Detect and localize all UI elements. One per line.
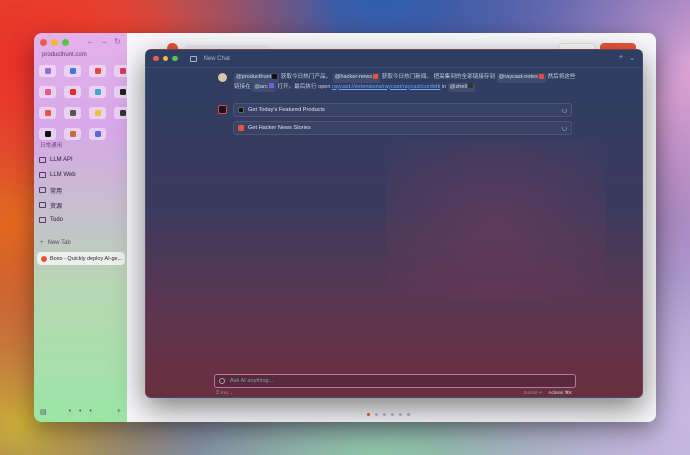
carousel-dot[interactable] bbox=[375, 413, 378, 416]
chat-input-box[interactable] bbox=[214, 374, 576, 388]
folder-llm-api[interactable]: LLM API bbox=[39, 154, 123, 166]
user-avatar bbox=[218, 73, 227, 82]
chat-window-controls bbox=[153, 55, 178, 62]
tool-call-hacker-news[interactable]: Get Hacker News Stories bbox=[233, 121, 572, 135]
sidebar-bottom-bar: ▤ • • • + bbox=[40, 408, 121, 416]
carousel-dot[interactable] bbox=[407, 413, 410, 416]
app-icon-teal bbox=[94, 89, 101, 95]
mention-arc[interactable]: @arc bbox=[252, 82, 276, 92]
app-icon-red bbox=[94, 68, 101, 74]
actions-button[interactable]: Actions ⌘K bbox=[548, 390, 572, 397]
hacker-news-tool-icon bbox=[238, 125, 244, 131]
new-tab-button[interactable]: + New Tab bbox=[40, 240, 71, 246]
add-space-icon[interactable]: + bbox=[117, 408, 121, 416]
minimize-button[interactable] bbox=[51, 39, 58, 46]
active-tab[interactable]: Boxo - Quickly deploy AI-ge... bbox=[37, 252, 125, 265]
mention-hacker-news[interactable]: @hacker-news bbox=[332, 73, 381, 83]
favorite-tile[interactable] bbox=[64, 86, 81, 98]
carousel-dot[interactable] bbox=[383, 413, 386, 416]
favorite-tile[interactable] bbox=[39, 86, 56, 98]
chat-close-button[interactable] bbox=[153, 55, 159, 62]
producthunt-favicon-icon bbox=[41, 255, 47, 262]
favorite-tile[interactable] bbox=[89, 65, 106, 77]
carousel-dot[interactable] bbox=[399, 413, 402, 416]
favorite-tile[interactable] bbox=[39, 65, 56, 77]
favorite-tile[interactable] bbox=[64, 128, 81, 140]
window-controls bbox=[40, 39, 69, 46]
favorite-tile[interactable] bbox=[89, 86, 106, 98]
chevron-down-icon[interactable]: ⌄ bbox=[629, 54, 635, 62]
play-icon bbox=[69, 110, 76, 116]
chat-title-actions: + ⌄ bbox=[619, 54, 635, 62]
producthunt-tool-icon bbox=[238, 107, 244, 113]
favorite-tile[interactable] bbox=[64, 65, 81, 77]
app-icon-dark bbox=[119, 110, 126, 116]
mention-shell[interactable]: @shell bbox=[447, 82, 475, 92]
app-icon-pink bbox=[44, 89, 51, 95]
confetti-link[interactable]: raycast://extensions/raycast/raycast/con… bbox=[332, 84, 440, 90]
chat-input[interactable] bbox=[230, 378, 530, 384]
app-icon-red2 bbox=[119, 68, 126, 74]
chat-zoom-button[interactable] bbox=[172, 55, 178, 62]
loading-spinner-icon bbox=[562, 126, 567, 131]
mention-producthunt[interactable]: @producthunt bbox=[234, 73, 280, 83]
favorite-tile[interactable] bbox=[89, 128, 106, 140]
chat-titlebar: New Chat + ⌄ bbox=[146, 50, 642, 68]
ai-chat-window: New Chat + ⌄ @producthunt 获取今日热门产品， @hac… bbox=[145, 49, 643, 398]
back-arrow-icon[interactable]: ← bbox=[86, 37, 94, 46]
loading-spinner-icon bbox=[562, 108, 567, 113]
youtube-icon bbox=[69, 89, 76, 95]
favorite-tile[interactable] bbox=[39, 128, 56, 140]
tiktok-icon bbox=[44, 131, 51, 137]
folder-icon bbox=[39, 202, 46, 208]
favorite-tile[interactable] bbox=[89, 107, 106, 119]
reload-icon[interactable]: ↻ bbox=[114, 37, 121, 46]
favorites-grid bbox=[39, 65, 131, 140]
sidebar-toggle-icon[interactable] bbox=[189, 55, 197, 62]
folder-icon bbox=[39, 172, 46, 178]
attach-icon[interactable] bbox=[219, 378, 225, 384]
library-icon[interactable]: ▤ bbox=[40, 408, 47, 416]
folder-icon bbox=[39, 157, 46, 163]
page-carousel-dots bbox=[367, 413, 410, 416]
app-icon-blue bbox=[69, 68, 76, 74]
folder-todo[interactable]: Todo bbox=[39, 214, 123, 226]
tool-call-featured-products[interactable]: Get Today's Featured Products bbox=[233, 103, 572, 117]
favorite-tile[interactable] bbox=[64, 107, 81, 119]
carousel-dot[interactable] bbox=[391, 413, 394, 416]
forward-arrow-icon[interactable]: → bbox=[100, 37, 108, 46]
app-icon-purple bbox=[44, 68, 51, 74]
user-message: @producthunt 获取今日热门产品， @hacker-news 获取今日… bbox=[234, 73, 579, 92]
chat-minimize-button[interactable] bbox=[162, 55, 168, 62]
space-label: 日常通用 bbox=[40, 143, 63, 149]
carousel-dot[interactable] bbox=[367, 413, 370, 416]
app-icon-orange bbox=[44, 110, 51, 116]
url-bar[interactable]: producthunt.com bbox=[39, 49, 122, 61]
app-icon-multi bbox=[69, 131, 76, 137]
submit-button[interactable]: Submit ↵ bbox=[523, 390, 542, 397]
browser-sidebar: ← → ↻ producthunt.com 日常通用 LLM API LLM W… bbox=[34, 33, 131, 422]
space-switcher[interactable]: • • • bbox=[69, 408, 95, 416]
new-chat-icon[interactable]: + bbox=[619, 54, 623, 62]
folder-icon bbox=[39, 217, 46, 223]
close-button[interactable] bbox=[40, 39, 47, 46]
favorite-tile[interactable] bbox=[39, 107, 56, 119]
folder-llm-web[interactable]: LLM Web bbox=[39, 169, 123, 181]
folder-common[interactable]: 常用 bbox=[39, 184, 123, 196]
plus-icon: + bbox=[40, 240, 44, 246]
mention-raycast-notes[interactable]: @raycast-notes bbox=[496, 73, 546, 83]
key-selector[interactable]: ⚿ Key ⌄ bbox=[216, 390, 233, 397]
chat-footer: ⚿ Key ⌄ Submit ↵ Actions ⌘K bbox=[216, 390, 572, 397]
raycast-ai-icon bbox=[218, 105, 227, 114]
chat-title: New Chat bbox=[203, 55, 230, 62]
app-icon-yellow bbox=[94, 110, 101, 116]
folder-resources[interactable]: 资源 bbox=[39, 199, 123, 211]
sidebar-nav-controls: ← → ↻ bbox=[86, 37, 121, 46]
app-icon-indigo bbox=[94, 131, 101, 137]
x-icon bbox=[119, 89, 126, 95]
folder-icon bbox=[39, 187, 46, 193]
zoom-button[interactable] bbox=[62, 39, 69, 46]
